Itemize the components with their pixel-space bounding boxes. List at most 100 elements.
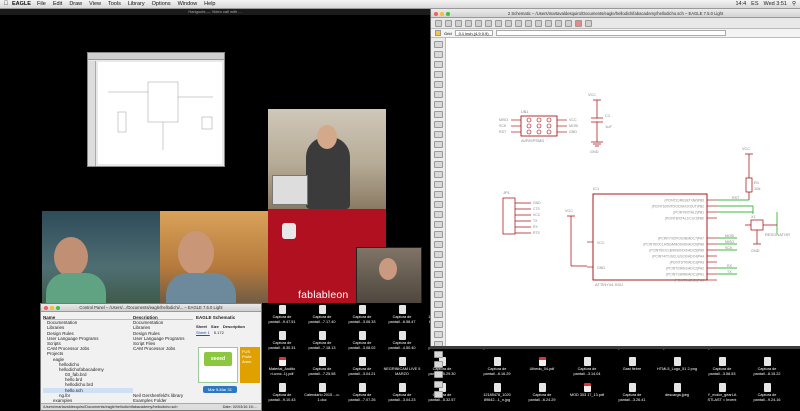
participant-presenter[interactable] — [268, 109, 386, 209]
replace-tool-icon[interactable] — [433, 191, 443, 198]
tray-battery[interactable]: 14:4 — [735, 1, 746, 7]
participant-self-view[interactable] — [356, 247, 422, 305]
close-icon[interactable] — [434, 11, 438, 16]
desktop-file[interactable]: Captura de pantall...6.16.29 — [477, 357, 517, 381]
menu-library[interactable]: Library — [128, 1, 145, 7]
mark-tool-icon[interactable] — [433, 71, 443, 78]
apple-icon[interactable]:  — [0, 1, 12, 7]
script-icon[interactable] — [495, 19, 502, 27]
ftdi-header[interactable] — [502, 197, 531, 235]
group-tool-icon[interactable] — [433, 121, 443, 128]
desktop-file[interactable]: Captura de pantall...9.24.16 — [747, 383, 787, 407]
miter-tool-icon[interactable] — [433, 231, 443, 238]
zoom-icon[interactable] — [56, 306, 60, 310]
shared-screen-thumbnail[interactable] — [87, 52, 225, 167]
cam-icon[interactable] — [465, 19, 472, 27]
desktop-file[interactable]: Captura de pantall...4.50.40 — [382, 331, 422, 355]
sheet-icon[interactable] — [485, 19, 492, 27]
zoom-icon[interactable] — [446, 11, 450, 16]
desktop-file[interactable]: Material_Audito ri.conc..1).pdf — [262, 357, 302, 381]
dimension-tool-icon[interactable] — [433, 371, 443, 378]
save-icon[interactable] — [445, 19, 452, 27]
menu-draw[interactable]: Draw — [69, 1, 82, 7]
desktop-file[interactable]: 12185478_1020 89642...1_n.jpg — [477, 383, 517, 407]
desktop-file[interactable]: Captura de pantall...7.18.13 — [302, 331, 342, 355]
desktop-file[interactable]: Captura de pantall...8.30.31 — [262, 331, 302, 355]
undo-icon[interactable] — [555, 19, 562, 27]
desktop-file[interactable]: HTML5_Logo_51 2.png — [657, 357, 697, 381]
desktop-file[interactable]: Captura de pantall...3.26.41 — [612, 383, 652, 407]
arc-tool-icon[interactable] — [433, 291, 443, 298]
desktop-file[interactable]: Y_motor_gearLA STLAST = Invent — [702, 383, 742, 407]
stop-icon[interactable] — [575, 19, 582, 27]
desktop-file[interactable]: Captura de pantall...7.07.26 — [342, 383, 382, 407]
move-tool-icon[interactable] — [433, 81, 443, 88]
delete-tool-icon[interactable] — [433, 151, 443, 158]
zoom-fit-icon[interactable] — [515, 19, 522, 27]
go-icon[interactable] — [585, 19, 592, 27]
gateswap-tool-icon[interactable] — [433, 181, 443, 188]
mcu-power[interactable] — [567, 215, 587, 267]
menu-options[interactable]: Options — [152, 1, 171, 7]
seeed-ad[interactable]: seeed — [198, 347, 238, 383]
desktop-file[interactable]: Gast fiebre — [612, 357, 652, 381]
zoom-in-icon[interactable] — [525, 19, 532, 27]
desktop-file[interactable]: Captura de pantall...7.17.40 — [302, 305, 342, 329]
menu-window[interactable]: Window — [178, 1, 198, 7]
menu-file[interactable]: File — [37, 1, 46, 7]
control-panel-titlebar[interactable]: Control Panel – /Users/.../Documents/eag… — [41, 304, 261, 312]
tray-input[interactable]: ES — [751, 1, 758, 7]
change-tool-icon[interactable] — [433, 131, 443, 138]
minimize-icon[interactable] — [440, 11, 444, 16]
desktop-file[interactable]: Captura de pantall...3.58.53 — [702, 357, 742, 381]
isp-header[interactable]: U$1 AVRISPSMD MISO SCK RST VCC MOSI GND — [499, 109, 578, 143]
desktop-file[interactable]: Calendario 2015 ...o-1.doc — [302, 383, 342, 407]
desktop-file[interactable]: NEGRINICAM LIVE 5 MARZO — [382, 357, 422, 381]
split-tool-icon[interactable] — [433, 241, 443, 248]
desktop-file[interactable]: Captura de pantall...9.10.43 — [262, 383, 302, 407]
schematic-titlebar[interactable]: 2 Schematic – /Users/martavaldesquiro/Do… — [431, 9, 800, 18]
zoom-out-icon[interactable] — [535, 19, 542, 27]
spotlight-icon[interactable]: ⚲ — [792, 1, 796, 7]
pinswap-tool-icon[interactable] — [433, 171, 443, 178]
menu-edit[interactable]: Edit — [53, 1, 62, 7]
add-tool-icon[interactable] — [433, 161, 443, 168]
mirror-tool-icon[interactable] — [433, 101, 443, 108]
resistor-r1[interactable] — [745, 153, 753, 200]
desktop-file[interactable]: Captura de pantall...9.47.51 — [262, 305, 302, 329]
net-tool-icon[interactable] — [433, 331, 443, 338]
desktop-file[interactable]: descarga.jpeg — [657, 383, 697, 407]
desktop-file[interactable]: Captura de pantall...7.25.58 — [302, 357, 342, 381]
schematic-canvas[interactable]: U$1 AVRISPSMD MISO SCK RST VCC MOSI GND — [447, 38, 800, 346]
copy-tool-icon[interactable] — [433, 91, 443, 98]
value-tool-icon[interactable] — [433, 211, 443, 218]
show-tool-icon[interactable] — [433, 51, 443, 58]
layer-icon[interactable] — [435, 30, 441, 36]
desktop-file[interactable]: Captura de pantall...3.14.04 — [567, 357, 607, 381]
tray-clock[interactable]: Wed 3:51 — [764, 1, 787, 7]
desktop-file[interactable]: MOD 303 17_13.pdf — [567, 383, 607, 407]
name-tool-icon[interactable] — [433, 201, 443, 208]
desktop-file[interactable]: Captura de pantall...3.04.23 — [382, 383, 422, 407]
circle-tool-icon[interactable] — [433, 281, 443, 288]
errors-tool-icon[interactable] — [433, 391, 443, 398]
menu-help[interactable]: Help — [204, 1, 215, 7]
display-tool-icon[interactable] — [433, 61, 443, 68]
erc-tool-icon[interactable] — [433, 381, 443, 388]
open-icon[interactable] — [435, 19, 442, 27]
menu-app-name[interactable]: EAGLE — [12, 1, 31, 7]
redo-icon[interactable] — [565, 19, 572, 27]
bus-tool-icon[interactable] — [433, 321, 443, 328]
polygon-tool-icon[interactable] — [433, 311, 443, 318]
desktop-file[interactable]: Captura de pantall...3.04.21 — [342, 357, 382, 381]
menu-tools[interactable]: Tools — [108, 1, 121, 7]
rotate-tool-icon[interactable] — [433, 111, 443, 118]
wire-tool-icon[interactable] — [433, 261, 443, 268]
desktop-file[interactable]: Captura de pantall...3.08.02 — [342, 331, 382, 355]
command-input[interactable] — [495, 30, 726, 36]
capacitor-c1[interactable] — [591, 99, 603, 147]
invoke-tool-icon[interactable] — [433, 251, 443, 258]
desktop-file[interactable]: Captura de pantall...3.06.33 — [342, 305, 382, 329]
smash-tool-icon[interactable] — [433, 221, 443, 228]
menu-view[interactable]: View — [89, 1, 101, 7]
